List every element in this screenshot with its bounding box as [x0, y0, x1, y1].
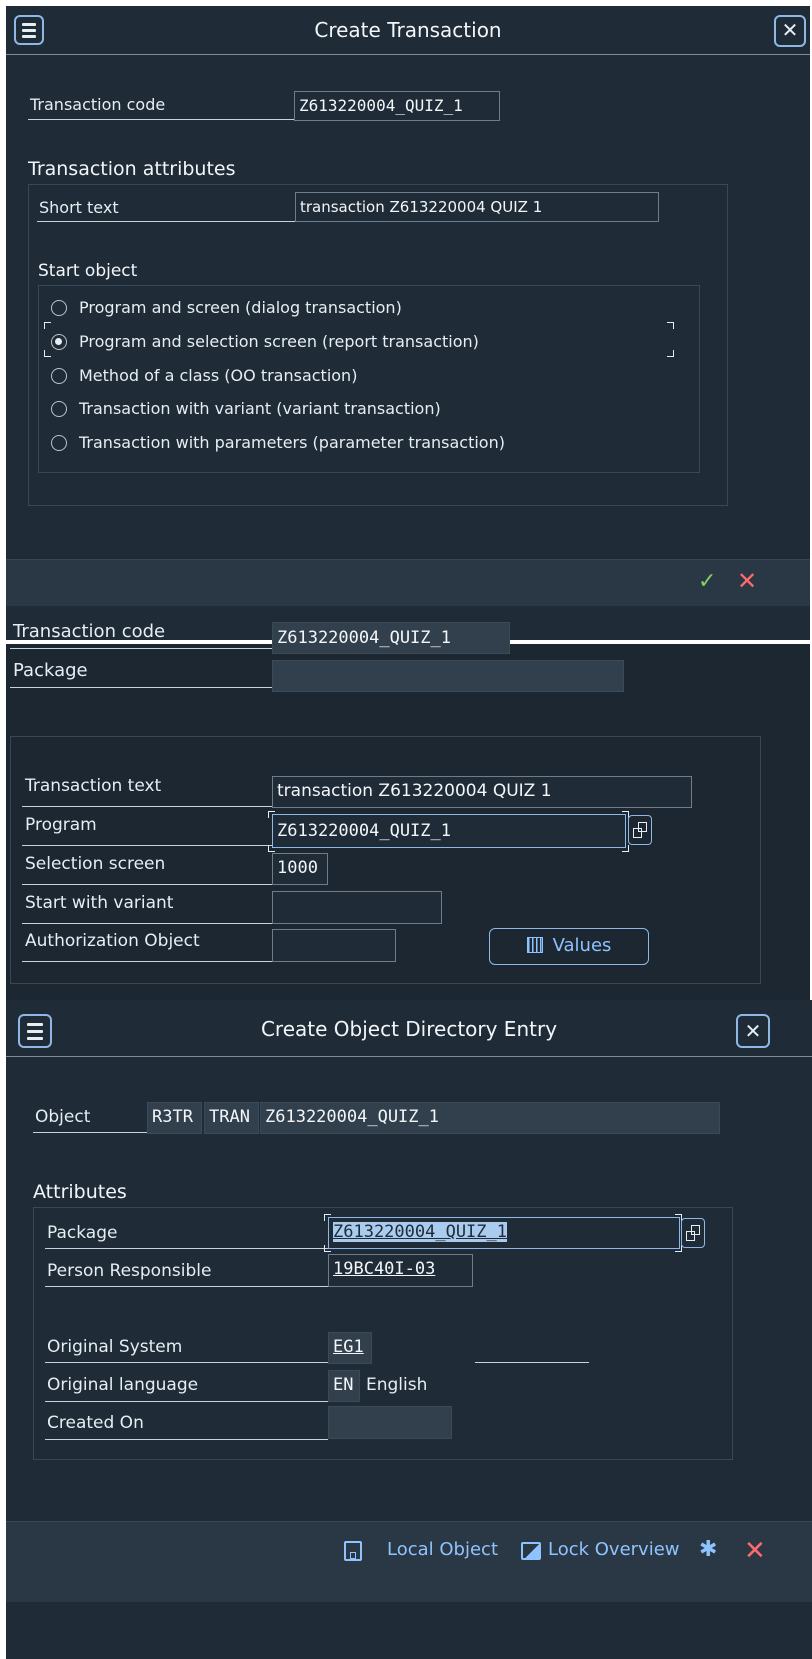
- object-label: Object: [35, 1107, 91, 1127]
- object-name: Z613220004_QUIZ_1: [260, 1102, 720, 1134]
- radio-button-selected[interactable]: [51, 334, 67, 350]
- original-system-label: Original System: [47, 1337, 183, 1357]
- radio-button[interactable]: [51, 368, 67, 384]
- program-label: Program: [25, 815, 97, 835]
- attributes-heading: Attributes: [33, 1181, 127, 1203]
- auth-object-label: Authorization Object: [25, 931, 200, 951]
- radio-button[interactable]: [51, 300, 67, 316]
- person-responsible-label: Person Responsible: [47, 1261, 212, 1281]
- created-on-label: Created On: [47, 1413, 144, 1433]
- tcode-display: Z613220004_QUIZ_1: [272, 622, 510, 654]
- attributes-group: Package Z613220004_QUIZ_1 Person Respons…: [33, 1207, 733, 1460]
- dialog-title: Create Transaction: [314, 18, 502, 42]
- value-help-icon[interactable]: [681, 1218, 705, 1248]
- start-object-heading: Start object: [38, 261, 138, 281]
- value-help-icon[interactable]: [628, 815, 652, 845]
- selection-screen-input[interactable]: 1000: [272, 853, 328, 885]
- package-label: Package: [13, 660, 88, 681]
- dialog-footer: ✓ ✕: [6, 559, 810, 606]
- attributes-heading: Transaction attributes: [28, 158, 236, 180]
- close-icon: ✕: [744, 1019, 762, 1043]
- original-language-label: Original language: [47, 1375, 199, 1395]
- cancel-x-icon[interactable]: ✕: [744, 1536, 766, 1566]
- close-button[interactable]: ✕: [774, 15, 806, 47]
- package-label: Package: [47, 1223, 118, 1243]
- original-system-value: EG1: [328, 1332, 372, 1364]
- tcode-label: Transaction code: [13, 621, 166, 642]
- save-icon[interactable]: [344, 1541, 362, 1561]
- dialog-titlebar: Create Object Directory Entry ✕: [6, 1000, 812, 1057]
- original-language-text: English: [366, 1375, 428, 1395]
- object-pgmid: R3TR: [147, 1102, 202, 1134]
- lock-overview-icon[interactable]: [521, 1542, 541, 1560]
- short-text-label: Short text: [39, 198, 119, 217]
- transaction-text-input[interactable]: transaction Z613220004 QUIZ 1: [272, 776, 692, 808]
- short-text-input[interactable]: transaction Z613220004 QUIZ 1: [295, 192, 659, 222]
- radio-button[interactable]: [51, 401, 67, 417]
- confirm-check-icon[interactable]: ✓: [698, 569, 716, 594]
- package-input[interactable]: [272, 660, 624, 692]
- created-on-value: [328, 1406, 452, 1439]
- program-input[interactable]: Z613220004_QUIZ_1: [272, 814, 626, 848]
- close-icon: ✕: [781, 18, 799, 42]
- selection-screen-label: Selection screen: [25, 854, 166, 874]
- person-responsible-input[interactable]: 19BC40I-03: [328, 1254, 473, 1287]
- tcode-label: Transaction code: [30, 95, 166, 114]
- radio-button[interactable]: [51, 435, 67, 451]
- grid-icon: [526, 937, 543, 953]
- start-object-group: Program and screen (dialog transaction) …: [38, 285, 700, 473]
- puzzle-icon[interactable]: ✱: [699, 1537, 717, 1562]
- object-type: TRAN: [204, 1102, 259, 1134]
- transaction-text-label: Transaction text: [25, 776, 162, 796]
- values-button[interactable]: Values: [489, 928, 649, 965]
- start-variant-input[interactable]: [272, 891, 442, 924]
- auth-object-input[interactable]: [272, 929, 396, 962]
- dialog-footer: Local Object Lock Overview ✱ ✕: [6, 1521, 812, 1602]
- original-language-code: EN: [328, 1370, 360, 1402]
- object-directory-dialog: Create Object Directory Entry ✕ Object R…: [6, 1000, 812, 1659]
- attributes-group: Short text transaction Z613220004 QUIZ 1…: [28, 184, 728, 506]
- create-transaction-dialog: Create Transaction ✕ Transaction code Z6…: [6, 6, 810, 640]
- start-variant-label: Start with variant: [25, 893, 174, 913]
- local-object-button[interactable]: Local Object: [387, 1539, 498, 1560]
- package-input[interactable]: Z613220004_QUIZ_1: [328, 1217, 680, 1249]
- lock-overview-button[interactable]: Lock Overview: [548, 1539, 680, 1560]
- dialog-title: Create Object Directory Entry: [260, 1017, 558, 1041]
- tcode-input[interactable]: Z613220004_QUIZ_1: [294, 91, 500, 121]
- cancel-x-icon[interactable]: ✕: [737, 567, 757, 595]
- dialog-titlebar: Create Transaction ✕: [6, 6, 810, 55]
- close-button[interactable]: ✕: [736, 1014, 770, 1048]
